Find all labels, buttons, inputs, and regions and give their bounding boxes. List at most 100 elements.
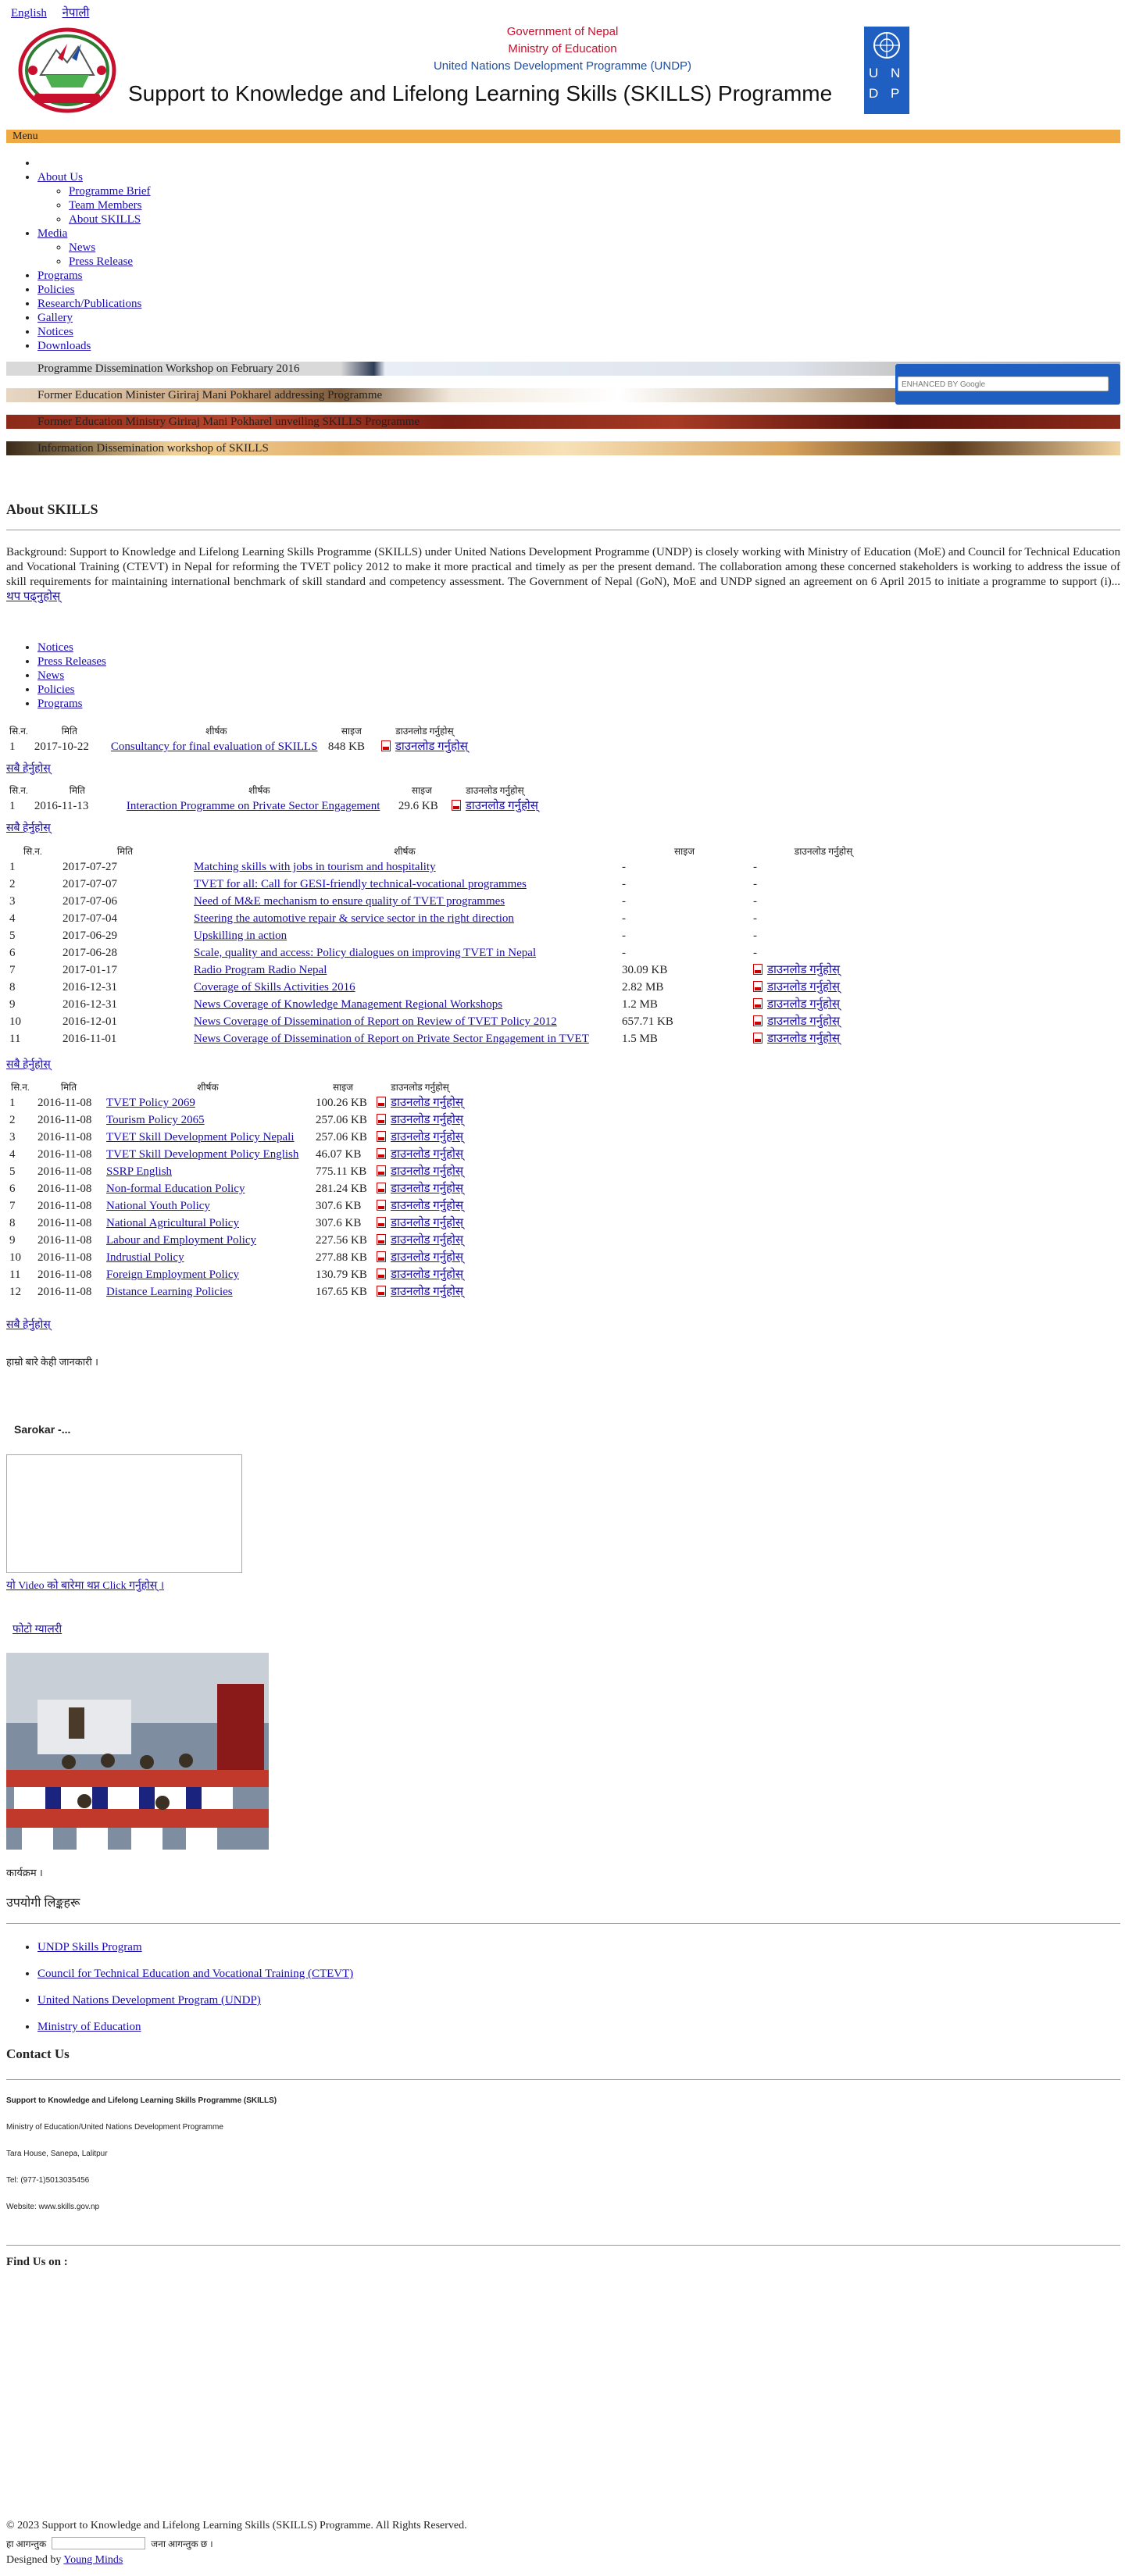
cell-title-link[interactable]: Interaction Programme on Private Sector … <box>127 800 380 812</box>
cell-title-link[interactable]: Consultancy for final evaluation of SKIL… <box>111 740 318 753</box>
nav-link-media[interactable]: Media <box>38 227 67 240</box>
cell-sn: 12 <box>9 1286 21 1298</box>
nav-item-media[interactable]: Media News Press Release <box>38 227 151 269</box>
news-view-all[interactable]: सबै हेर्नुहोस् <box>6 1057 51 1072</box>
download-link[interactable]: डाउनलोड गर्नुहोस् <box>391 1165 463 1178</box>
video-more-link[interactable]: यो Video को बारेमा थप्न Click गर्नुहोस् … <box>6 1578 164 1593</box>
cell-title-link[interactable]: Upskilling in action <box>194 929 287 942</box>
cell-title-link[interactable]: TVET Policy 2069 <box>106 1097 195 1109</box>
cell-sn: 4 <box>9 912 16 925</box>
cell-title-link[interactable]: News Coverage of Dissemination of Report… <box>194 1033 589 1045</box>
download-link[interactable]: डाउनलोड गर्नुहोस् <box>391 1131 463 1144</box>
cell-title-link[interactable]: Indrustial Policy <box>106 1251 184 1264</box>
cell-download: - <box>753 878 757 890</box>
search-input[interactable]: ENHANCED BY Google <box>898 376 1109 391</box>
cell-title-link[interactable]: News Coverage of Knowledge Management Re… <box>194 998 502 1011</box>
notices-view-all[interactable]: सबै हेर्नुहोस् <box>6 761 51 776</box>
nav-link-notices[interactable]: Notices <box>38 326 73 338</box>
download-link[interactable]: डाउनलोड गर्नुहोस् <box>767 1015 840 1028</box>
link-undp-skills[interactable]: UNDP Skills Program <box>38 1941 142 1953</box>
cell-title-link[interactable]: National Youth Policy <box>106 1200 210 1212</box>
nav-sub-programme-brief[interactable]: Programme Brief <box>69 185 151 198</box>
nav-item-about[interactable]: About Us Programme Brief Team Members Ab… <box>38 170 151 227</box>
col-title: शीर्षक <box>394 846 416 857</box>
slide-item[interactable]: Information Dissemination workshop of SK… <box>6 441 1120 455</box>
cell-title-link[interactable]: News Coverage of Dissemination of Report… <box>194 1015 557 1028</box>
cell-title-link[interactable]: Foreign Employment Policy <box>106 1268 239 1281</box>
cell-title-link[interactable]: TVET Skill Development Policy Nepali <box>106 1131 295 1144</box>
download-link[interactable]: डाउनलोड गर्नुहोस् <box>391 1200 463 1212</box>
link-undp[interactable]: United Nations Development Program (UNDP… <box>38 1994 261 2007</box>
link-ctevt[interactable]: Council for Technical Education and Voca… <box>38 1968 353 1980</box>
nav-sub-about-skills[interactable]: About SKILLS <box>69 213 141 226</box>
download-link[interactable]: डाउनलोड गर्नुहोस् <box>395 740 468 753</box>
download-link[interactable]: डाउनलोड गर्नुहोस् <box>391 1268 463 1281</box>
download-link[interactable]: डाउनलोड गर्नुहोस् <box>391 1148 463 1161</box>
cell-title-link[interactable]: Distance Learning Policies <box>106 1286 233 1298</box>
download-link[interactable]: डाउनलोड गर्नुहोस् <box>391 1234 463 1247</box>
cell-title-link[interactable]: Scale, quality and access: Policy dialog… <box>194 947 536 959</box>
download-link[interactable]: डाउनलोड गर्नुहोस् <box>466 800 538 812</box>
cell-title-link[interactable]: SSRP English <box>106 1165 172 1178</box>
cell-title-link[interactable]: National Agricultural Policy <box>106 1217 239 1229</box>
download-link[interactable]: डाउनलोड गर्नुहोस् <box>391 1097 463 1109</box>
nav-sub-news[interactable]: News <box>69 241 95 254</box>
nav-sub-team-members[interactable]: Team Members <box>69 199 142 212</box>
slide-item[interactable]: Former Education Ministry Giriraj Mani P… <box>6 415 1120 429</box>
nav-link-policies[interactable]: Policies <box>38 284 75 296</box>
link-moe[interactable]: Ministry of Education <box>38 2021 141 2033</box>
lang-english-link[interactable]: English <box>11 7 47 20</box>
cell-title-link[interactable]: Matching skills with jobs in tourism and… <box>194 861 436 873</box>
nav-link-programs[interactable]: Programs <box>38 269 83 282</box>
gallery-photo[interactable] <box>6 1653 269 1850</box>
cell-sn: 10 <box>9 1251 21 1264</box>
download-link[interactable]: डाउनलोड गर्नुहोस् <box>767 964 840 976</box>
photo-gallery-link[interactable]: फोटो ग्यालरी <box>12 1622 62 1636</box>
cell-download: - <box>753 912 757 925</box>
tab-news[interactable]: News <box>38 669 64 682</box>
cell-title-link[interactable]: Steering the automotive repair & service… <box>194 912 514 925</box>
policies-view-all[interactable]: सबै हेर्नुहोस् <box>6 1317 51 1332</box>
download-link[interactable]: डाउनलोड गर्नुहोस् <box>391 1251 463 1264</box>
cell-date: 2016-12-31 <box>62 981 117 994</box>
table-row: 7 2016-11-08 National Youth Policy 307.6… <box>6 1197 466 1215</box>
tab-programs[interactable]: Programs <box>38 698 83 710</box>
video-player[interactable] <box>6 1454 242 1573</box>
download-link[interactable]: डाउनलोड गर्नुहोस् <box>391 1114 463 1126</box>
download-link[interactable]: डाउनलोड गर्नुहोस् <box>767 1033 840 1045</box>
table-row: 5 2017-06-29 Upskilling in action - - <box>6 927 897 944</box>
cell-date: 2016-11-08 <box>38 1148 92 1161</box>
tab-press-releases[interactable]: Press Releases <box>38 655 106 668</box>
cell-size: 2.82 MB <box>622 981 664 994</box>
cell-title-link[interactable]: TVET for all: Call for GESI-friendly tec… <box>194 878 527 890</box>
cell-size: 257.06 KB <box>316 1114 367 1126</box>
designer-link[interactable]: Young Minds <box>63 2554 123 2566</box>
cell-title-link[interactable]: Coverage of Skills Activities 2016 <box>194 981 355 994</box>
nav-link-gallery[interactable]: Gallery <box>38 312 73 324</box>
nav-link-research[interactable]: Research/Publications <box>38 298 141 310</box>
nav-sub-press-release[interactable]: Press Release <box>69 255 133 268</box>
download-link[interactable]: डाउनलोड गर्नुहोस् <box>391 1183 463 1195</box>
lang-nepali-link[interactable]: नेपाली <box>62 7 90 20</box>
cell-size: - <box>622 878 626 890</box>
cell-title-link[interactable]: Non-formal Education Policy <box>106 1183 245 1195</box>
cell-title-link[interactable]: Labour and Employment Policy <box>106 1234 256 1247</box>
about-read-more[interactable]: थप पढ्नुहोस् <box>6 590 60 603</box>
tab-policies[interactable]: Policies <box>38 683 75 696</box>
download-link[interactable]: डाउनलोड गर्नुहोस् <box>391 1286 463 1298</box>
menu-bar[interactable]: Menu <box>6 130 1120 143</box>
table-row: 10 2016-11-08 Indrustial Policy 277.88 K… <box>6 1249 466 1266</box>
download-link[interactable]: डाउनलोड गर्नुहोस् <box>391 1217 463 1229</box>
cell-title-link[interactable]: Radio Program Radio Nepal <box>194 964 327 976</box>
nav-link-about[interactable]: About Us <box>38 171 83 184</box>
tab-notices[interactable]: Notices <box>38 641 73 654</box>
cell-title-link[interactable]: TVET Skill Development Policy English <box>106 1148 298 1161</box>
header-ministry: Ministry of Education <box>508 42 617 55</box>
cell-title-link[interactable]: Tourism Policy 2065 <box>106 1114 205 1126</box>
nav-link-downloads[interactable]: Downloads <box>38 340 91 352</box>
download-link[interactable]: डाउनलोड गर्नुहोस् <box>767 998 840 1011</box>
download-link[interactable]: डाउनलोड गर्नुहोस् <box>767 981 840 994</box>
cell-title-link[interactable]: Need of M&E mechanism to ensure quality … <box>194 895 505 908</box>
press-view-all[interactable]: सबै हेर्नुहोस् <box>6 820 51 835</box>
cell-size: 30.09 KB <box>622 964 668 976</box>
